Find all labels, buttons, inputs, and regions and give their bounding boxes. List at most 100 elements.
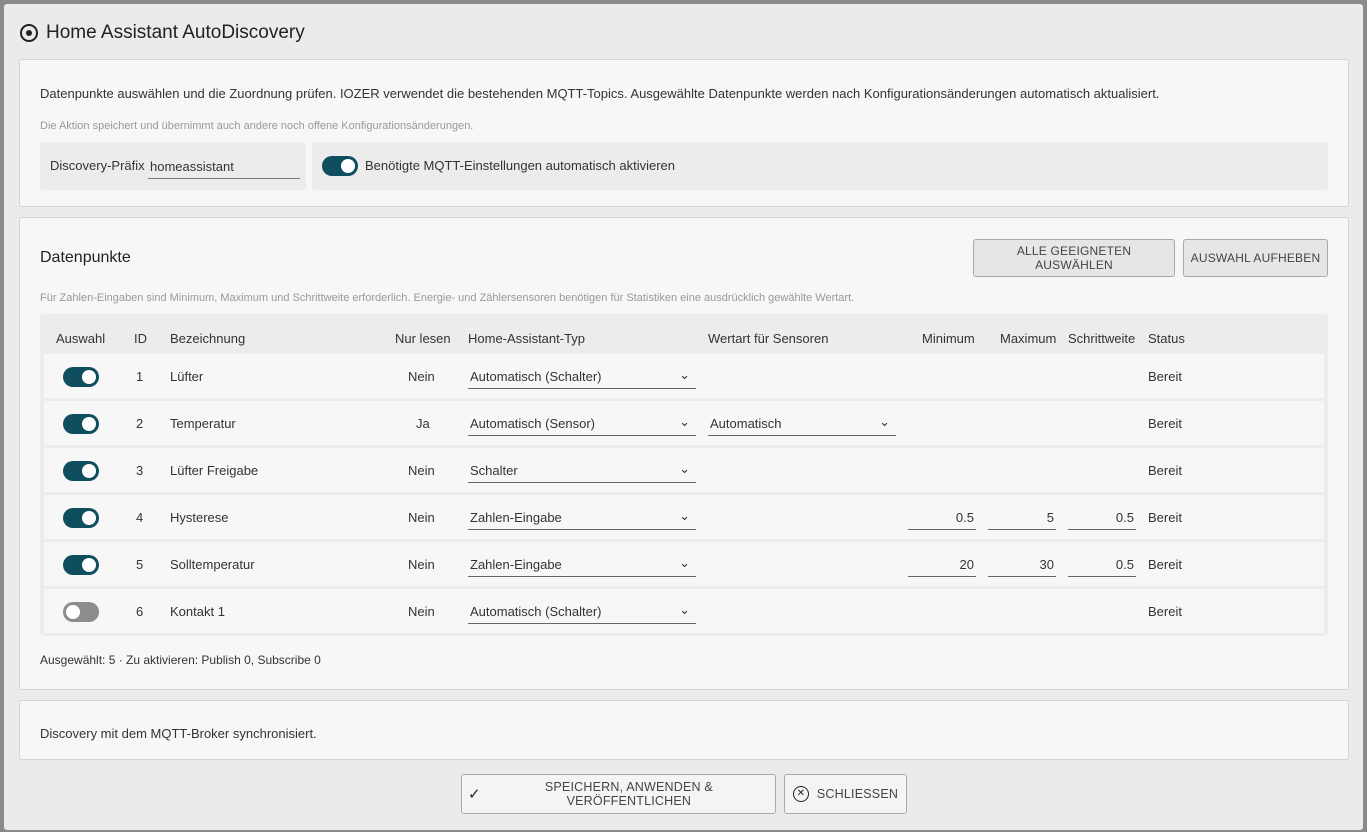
row-id: 1 bbox=[136, 369, 144, 384]
ha-type-value: Zahlen-Eingabe bbox=[470, 557, 562, 572]
dialog-description: Datenpunkte auswählen und die Zuordnung … bbox=[40, 86, 1160, 101]
row-readonly: Nein bbox=[408, 510, 435, 525]
row-name: Lüfter bbox=[170, 369, 204, 384]
max-input[interactable]: 30 bbox=[988, 551, 1056, 577]
row-status: Bereit bbox=[1148, 604, 1182, 619]
table-row: 5 Solltemperatur Nein Zahlen-Eingabe ⌄ 2… bbox=[44, 542, 1324, 586]
chevron-down-icon: ⌄ bbox=[679, 414, 690, 429]
header-readonly: Nur lesen bbox=[395, 331, 451, 346]
row-select-toggle[interactable] bbox=[63, 461, 99, 481]
row-id: 4 bbox=[136, 510, 144, 525]
row-name: Kontakt 1 bbox=[170, 604, 225, 619]
step-input[interactable]: 0.5 bbox=[1068, 504, 1136, 530]
dialog-header: Home Assistant AutoDiscovery bbox=[20, 18, 305, 48]
ha-type-select[interactable]: Zahlen-Eingabe ⌄ bbox=[468, 504, 696, 530]
prefix-label: Discovery-Präfix bbox=[50, 158, 145, 173]
header-step: Schrittweite bbox=[1068, 331, 1136, 346]
chevron-down-icon: ⌄ bbox=[679, 555, 690, 570]
ha-type-value: Schalter bbox=[470, 463, 518, 478]
close-button-label: SCHLIESSEN bbox=[816, 787, 899, 801]
min-input[interactable]: 20 bbox=[908, 551, 976, 577]
save-apply-publish-button[interactable]: ✓ SPEICHERN, ANWENDEN & VERÖFFENTLICHEN bbox=[461, 774, 776, 814]
row-select-toggle[interactable] bbox=[63, 367, 99, 387]
select-all-button[interactable]: ALLE GEEIGNETEN AUSWÄHLEN bbox=[973, 239, 1175, 277]
value-kind-value: Automatisch bbox=[710, 416, 782, 431]
ha-type-select[interactable]: Automatisch (Sensor) ⌄ bbox=[468, 410, 696, 436]
header-id: ID bbox=[134, 331, 147, 346]
prefix-group: Discovery-Präfix bbox=[40, 142, 306, 190]
close-circle-icon: ✕ bbox=[792, 786, 809, 802]
save-button-label: SPEICHERN, ANWENDEN & VERÖFFENTLICHEN bbox=[544, 780, 713, 808]
row-id: 6 bbox=[136, 604, 144, 619]
min-input[interactable]: 0.5 bbox=[908, 504, 976, 530]
table-row: 2 Temperatur Ja Automatisch (Sensor) ⌄ A… bbox=[44, 401, 1324, 445]
auto-mqtt-label: Benötigte MQTT-Einstellungen automatisch… bbox=[365, 158, 675, 173]
row-name: Hysterese bbox=[170, 510, 229, 525]
ha-type-select[interactable]: Schalter ⌄ bbox=[468, 457, 696, 483]
header-ha-type: Home-Assistant-Typ bbox=[468, 331, 586, 346]
row-name: Solltemperatur bbox=[170, 557, 255, 572]
datapoints-card: Datenpunkte ALLE GEEIGNETEN AUSWÄHLEN AU… bbox=[19, 217, 1349, 690]
ha-type-select[interactable]: Automatisch (Schalter) ⌄ bbox=[468, 363, 696, 389]
save-note: Die Aktion speichert und übernimmt auch … bbox=[40, 120, 474, 132]
table-row: 3 Lüfter Freigabe Nein Schalter ⌄ Bereit bbox=[44, 448, 1324, 492]
row-id: 5 bbox=[136, 557, 144, 572]
row-select-toggle[interactable] bbox=[63, 508, 99, 528]
ha-type-select[interactable]: Zahlen-Eingabe ⌄ bbox=[468, 551, 696, 577]
row-name: Lüfter Freigabe bbox=[170, 463, 259, 478]
row-id: 2 bbox=[136, 416, 144, 431]
row-status: Bereit bbox=[1148, 510, 1182, 525]
chevron-down-icon: ⌄ bbox=[679, 508, 690, 523]
settings-card: Datenpunkte auswählen und die Zuordnung … bbox=[19, 59, 1349, 207]
max-input[interactable]: 5 bbox=[988, 504, 1056, 530]
row-readonly: Ja bbox=[416, 416, 430, 431]
header-min: Minimum bbox=[922, 331, 975, 346]
table-row: 6 Kontakt 1 Nein Automatisch (Schalter) … bbox=[44, 589, 1324, 633]
header-name: Bezeichnung bbox=[170, 331, 246, 346]
chevron-down-icon: ⌄ bbox=[679, 461, 690, 476]
header-value-kind: Wertart für Sensoren bbox=[708, 331, 829, 346]
row-select-toggle[interactable] bbox=[63, 602, 99, 622]
datapoints-title: Datenpunkte bbox=[40, 249, 131, 266]
row-select-toggle[interactable] bbox=[63, 414, 99, 434]
datapoints-hint: Für Zahlen-Eingaben sind Minimum, Maximu… bbox=[40, 292, 855, 304]
table-row: 4 Hysterese Nein Zahlen-Eingabe ⌄ 0.5 5 … bbox=[44, 495, 1324, 539]
selection-summary: Ausgewählt: 5 · Zu aktivieren: Publish 0… bbox=[40, 653, 321, 667]
row-readonly: Nein bbox=[408, 369, 435, 384]
table-row: 1 Lüfter Nein Automatisch (Schalter) ⌄ B… bbox=[44, 354, 1324, 398]
ha-type-value: Automatisch (Schalter) bbox=[470, 604, 602, 619]
header-status: Status bbox=[1148, 331, 1185, 346]
step-input[interactable]: 0.5 bbox=[1068, 551, 1136, 577]
close-button[interactable]: ✕ SCHLIESSEN bbox=[784, 774, 907, 814]
header-select: Auswahl bbox=[56, 331, 106, 346]
prefix-input[interactable] bbox=[148, 154, 300, 179]
check-icon: ✓ bbox=[468, 786, 481, 803]
row-id: 3 bbox=[136, 463, 144, 478]
sync-status-text: Discovery mit dem MQTT-Broker synchronis… bbox=[40, 726, 317, 741]
row-status: Bereit bbox=[1148, 557, 1182, 572]
row-status: Bereit bbox=[1148, 463, 1182, 478]
row-name: Temperatur bbox=[170, 416, 236, 431]
auto-mqtt-toggle[interactable] bbox=[322, 156, 358, 176]
row-status: Bereit bbox=[1148, 416, 1182, 431]
auto-mqtt-group: Benötigte MQTT-Einstellungen automatisch… bbox=[312, 142, 1328, 190]
row-status: Bereit bbox=[1148, 369, 1182, 384]
dialog-title: Home Assistant AutoDiscovery bbox=[46, 22, 305, 43]
header-max: Maximum bbox=[1000, 331, 1057, 346]
ha-type-value: Zahlen-Eingabe bbox=[470, 510, 562, 525]
row-readonly: Nein bbox=[408, 604, 435, 619]
discovery-dialog: Home Assistant AutoDiscovery Datenpunkte… bbox=[4, 4, 1363, 830]
radio-target-icon bbox=[20, 24, 38, 42]
datapoints-table: Auswahl ID Bezeichnung Nur lesen Home-As… bbox=[40, 314, 1328, 636]
chevron-down-icon: ⌄ bbox=[679, 367, 690, 382]
clear-selection-button[interactable]: AUSWAHL AUFHEBEN bbox=[1183, 239, 1328, 277]
row-select-toggle[interactable] bbox=[63, 555, 99, 575]
ha-type-value: Automatisch (Sensor) bbox=[470, 416, 595, 431]
value-kind-select[interactable]: Automatisch ⌄ bbox=[708, 410, 896, 436]
row-readonly: Nein bbox=[408, 557, 435, 572]
ha-type-value: Automatisch (Schalter) bbox=[470, 369, 602, 384]
ha-type-select[interactable]: Automatisch (Schalter) ⌄ bbox=[468, 598, 696, 624]
chevron-down-icon: ⌄ bbox=[879, 414, 890, 429]
sync-status-card: Discovery mit dem MQTT-Broker synchronis… bbox=[19, 700, 1349, 760]
chevron-down-icon: ⌄ bbox=[679, 602, 690, 617]
